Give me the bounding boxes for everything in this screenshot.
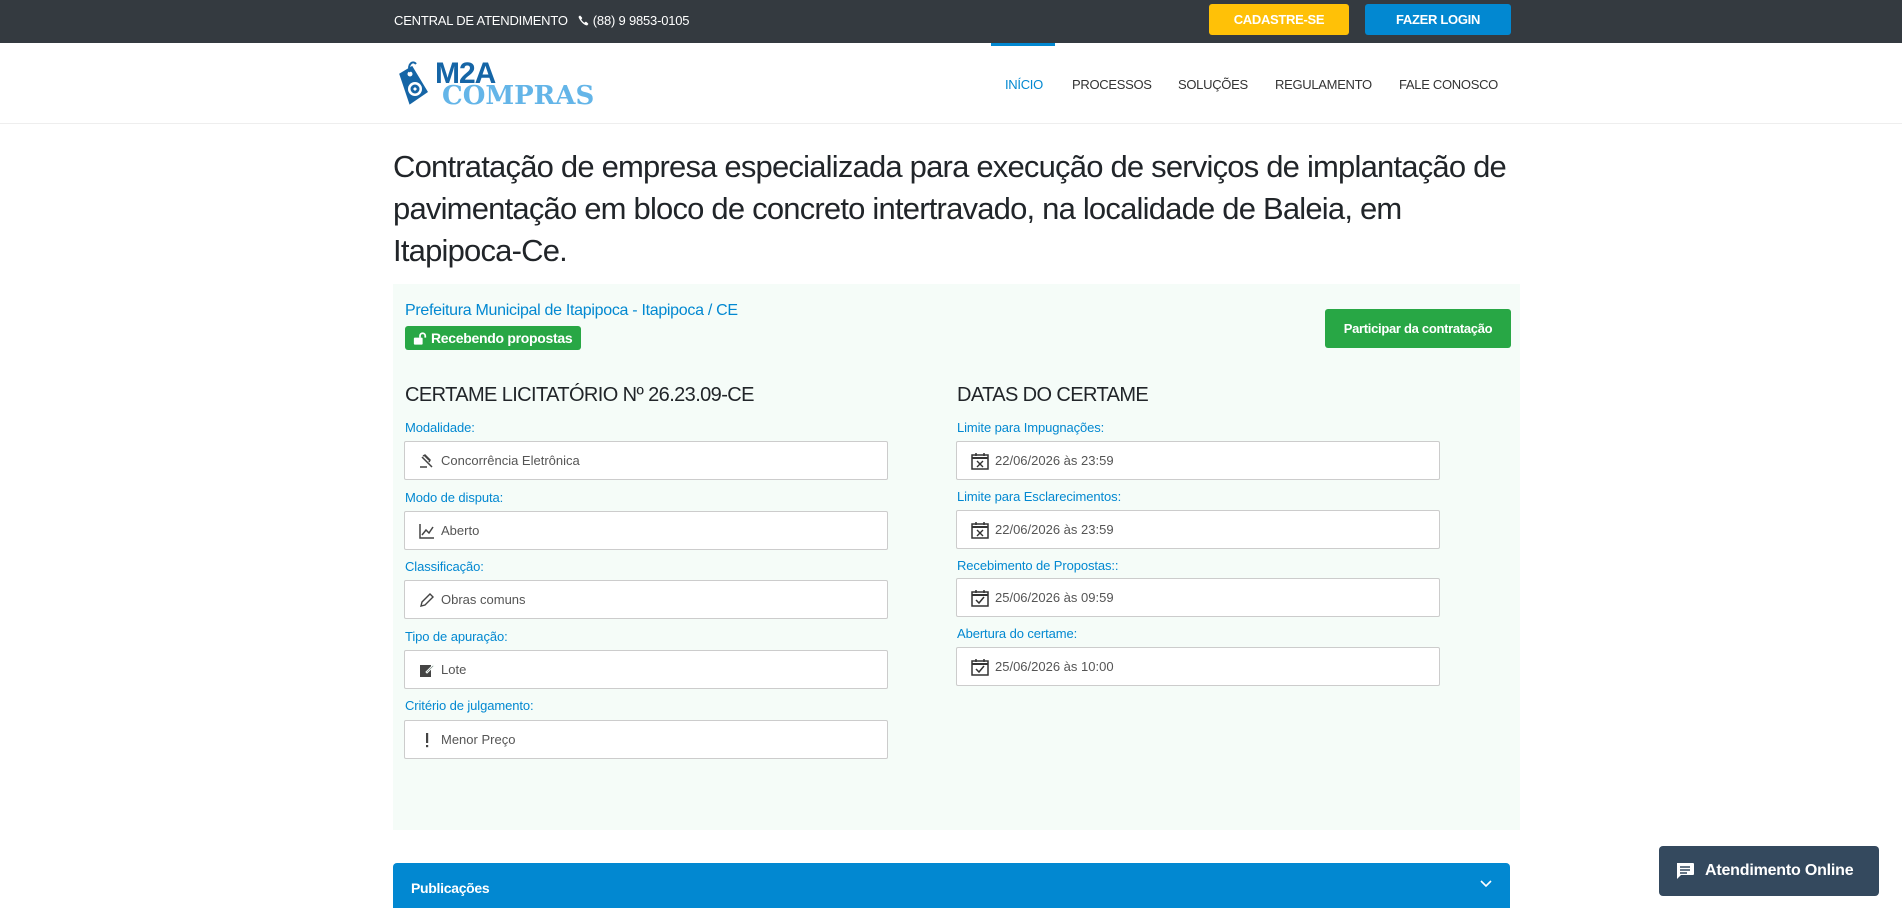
organization-link[interactable]: Prefeitura Municipal de Itapipoca - Itap… [405,302,738,320]
logo[interactable]: M2A COMPRAS [393,58,594,110]
field-label-esclarecimentos: Limite para Esclarecimentos: [957,489,1122,504]
field-value-recebimento: 25/06/2026 às 09:59 [995,590,1114,605]
certame-panel: Prefeitura Municipal de Itapipoca - Itap… [393,284,1520,830]
calendar-x-icon [971,452,989,470]
chart-line-icon [419,523,434,539]
field-label-modalidade: Modalidade: [405,420,475,435]
field-label-criterio: Critério de julgamento: [405,698,534,713]
field-modo-disputa: Aberto [404,511,888,550]
field-classificacao: Obras comuns [404,580,888,619]
field-label-modo-disputa: Modo de disputa: [405,490,504,505]
calendar-check-icon [971,658,989,676]
field-impugnacoes: 22/06/2026 às 23:59 [956,441,1440,480]
field-value-classificacao: Obras comuns [441,592,526,607]
field-value-impugnacoes: 22/06/2026 às 23:59 [995,453,1114,468]
phone-icon [578,15,589,26]
nav-item-inicio[interactable]: INÍCIO [1005,77,1043,92]
nav-item-solucoes[interactable]: SOLUÇÕES [1178,77,1248,92]
field-esclarecimentos: 22/06/2026 às 23:59 [956,510,1440,549]
field-recebimento: 25/06/2026 às 09:59 [956,578,1440,617]
edit-icon [420,663,435,677]
certame-heading: CERTAME LICITATÓRIO Nº 26.23.09-CE [405,384,754,406]
field-value-modo-disputa: Aberto [441,523,480,538]
exclamation-icon [426,732,429,747]
price-tag-logo-icon [399,61,428,105]
contact-label: CENTRAL DE ATENDIMENTO [394,13,568,28]
gavel-icon [420,453,433,468]
top-bar: CENTRAL DE ATENDIMENTO (88) 9 9853-0105 … [0,0,1902,43]
calendar-check-icon [971,589,989,607]
logo-line2: COMPRAS [442,80,595,111]
chat-label: Atendimento Online [1705,862,1854,879]
pencil-icon [420,592,434,607]
page-title: Contratação de empresa especializada par… [393,149,1507,268]
chevron-down-icon [1480,880,1492,888]
field-criterio: Menor Preço [404,720,888,759]
field-label-tipo-apuracao: Tipo de apuração: [405,629,508,644]
nav-item-processos[interactable]: PROCESSOS [1072,77,1152,92]
field-label-impugnacoes: Limite para Impugnações: [957,420,1105,435]
publications-accordion[interactable]: Publicações [393,863,1510,908]
unlock-icon [413,331,427,345]
nav-active-indicator [991,43,1055,46]
field-abertura: 25/06/2026 às 10:00 [956,647,1440,686]
register-button[interactable]: CADASTRE-SE [1209,4,1349,35]
field-value-abertura: 25/06/2026 às 10:00 [995,659,1114,674]
status-badge: Recebendo propostas [405,326,582,350]
phone-link[interactable]: (88) 9 9853-0105 [578,13,690,28]
participate-button[interactable]: Participar da contratação [1325,309,1511,348]
field-tipo-apuracao: Lote [404,650,888,689]
publications-label: Publicações [411,880,490,896]
calendar-x-icon [971,521,989,539]
login-button[interactable]: FAZER LOGIN [1365,4,1511,35]
status-badge-label: Recebendo propostas [431,330,573,346]
field-value-tipo-apuracao: Lote [441,662,467,677]
chat-icon [1677,863,1694,879]
field-label-abertura: Abertura do certame: [957,626,1078,641]
main-navbar: M2A COMPRAS INÍCIO PROCESSOS SOLUÇÕES RE… [0,43,1902,124]
contact-info: CENTRAL DE ATENDIMENTO (88) 9 9853-0105 [394,13,690,28]
online-chat-button[interactable]: Atendimento Online [1659,846,1879,896]
nav-item-fale-conosco[interactable]: FALE CONOSCO [1399,77,1498,92]
field-value-criterio: Menor Preço [441,732,516,747]
field-label-recebimento: Recebimento de Propostas:: [957,558,1119,573]
phone-number: (88) 9 9853-0105 [592,13,690,28]
field-modalidade: Concorrência Eletrônica [404,441,888,480]
field-label-classificacao: Classificação: [405,559,484,574]
field-value-esclarecimentos: 22/06/2026 às 23:59 [995,522,1114,537]
nav-item-regulamento[interactable]: REGULAMENTO [1275,77,1372,92]
dates-heading: DATAS DO CERTAME [957,384,1149,406]
field-value-modalidade: Concorrência Eletrônica [441,453,580,468]
